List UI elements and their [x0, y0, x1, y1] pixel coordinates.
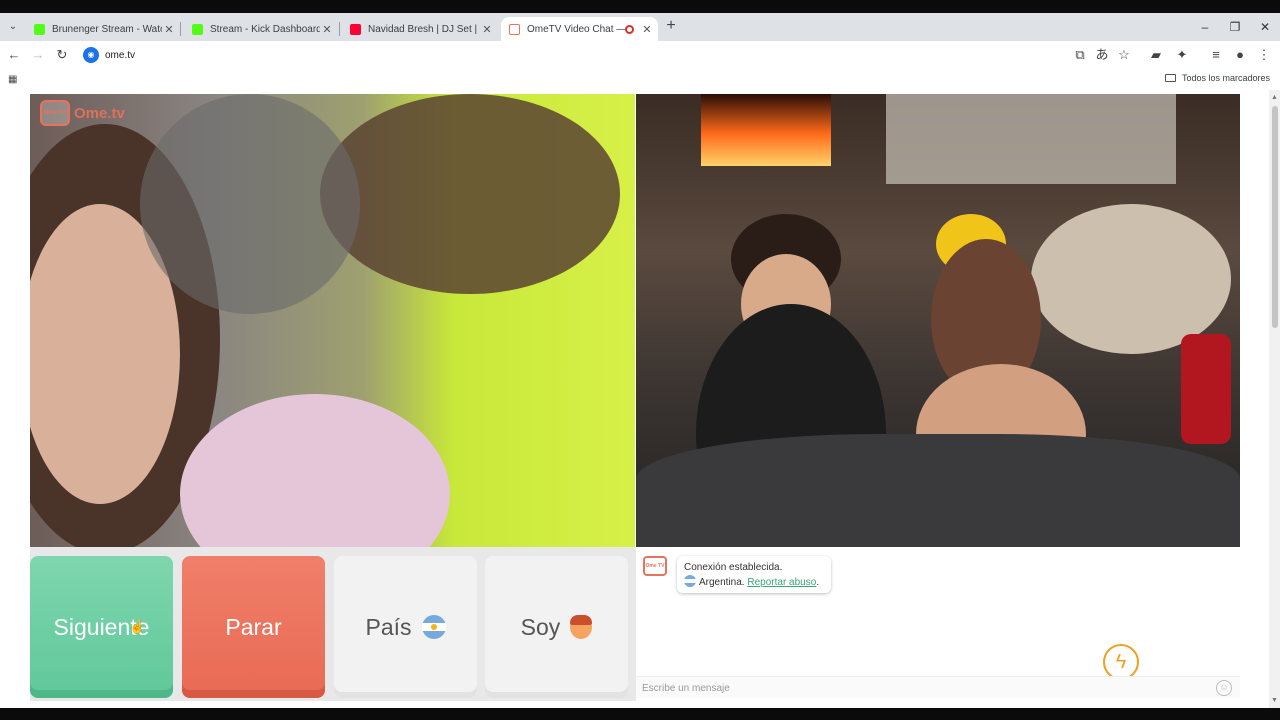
- tab-kick-dashboard[interactable]: Stream - Kick Dashboard ✕: [184, 17, 338, 41]
- tab-brunenger-stream[interactable]: Brunenger Stream - Watch Live ✕: [26, 17, 180, 41]
- connection-status: Conexión establecida.: [684, 562, 783, 573]
- gender-button[interactable]: Soy: [485, 556, 628, 698]
- country-name: Argentina.: [699, 577, 745, 588]
- tab-ometv[interactable]: OmeTV Video Chat — Ome ✕: [501, 17, 658, 41]
- folder-icon: [1164, 74, 1176, 82]
- argentina-flag-icon: [684, 575, 696, 587]
- reload-icon[interactable]: ↻: [52, 45, 72, 65]
- tab-separator: [339, 22, 340, 36]
- browser-tab-strip: ⌄ Brunenger Stream - Watch Live ✕ Stream…: [0, 13, 1280, 41]
- video-shape: [636, 434, 1240, 547]
- tab-title: Stream - Kick Dashboard: [210, 23, 320, 35]
- address-bar[interactable]: ◉ ome.tv: [80, 44, 1090, 66]
- tab-search-button[interactable]: ⌄: [4, 18, 22, 36]
- ometv-icon: [509, 23, 520, 35]
- system-message: Conexión establecida. Argentina. Reporta…: [677, 556, 831, 593]
- new-tab-button[interactable]: +: [662, 17, 680, 35]
- bookmark-star-icon[interactable]: ☆: [1114, 45, 1134, 65]
- close-icon[interactable]: ✕: [640, 23, 654, 36]
- tab-title: OmeTV Video Chat — Ome: [527, 23, 625, 35]
- site-info-icon[interactable]: ◉: [83, 47, 99, 63]
- screen-bottom-bar: [0, 708, 1280, 720]
- url-text[interactable]: ome.tv: [105, 50, 135, 61]
- message-input[interactable]: [642, 680, 1202, 696]
- extensions-puzzle-icon[interactable]: ✦: [1172, 45, 1192, 65]
- screen-top-bar: [0, 0, 1280, 13]
- media-controls-icon[interactable]: ≡: [1206, 45, 1226, 65]
- gender-label: Soy: [520, 613, 561, 640]
- browser-toolbar: ← → ↻ ◉ ome.tv ⧉ あ ☆ ▰ ✦ ≡ ● ⋮: [0, 41, 1280, 69]
- boy-emoji-icon: [570, 615, 593, 639]
- report-abuse-link[interactable]: Reportar abuso: [747, 577, 816, 588]
- hand-cursor-icon: ☝: [129, 619, 146, 634]
- video-shape: [1031, 204, 1231, 354]
- video-shape: [320, 94, 620, 294]
- argentina-flag-icon: [421, 615, 446, 639]
- page-scrollbar[interactable]: ▲ ▼: [1269, 90, 1280, 708]
- logo-text: Ome.tv: [74, 104, 125, 122]
- kick-icon: [192, 23, 203, 35]
- country-button[interactable]: País: [334, 556, 477, 698]
- scroll-down-icon[interactable]: ▼: [1270, 696, 1279, 705]
- tab-separator: [180, 22, 181, 36]
- video-shape: [140, 94, 360, 314]
- ometv-chat-icon: Ome TV: [643, 556, 667, 576]
- scroll-up-icon[interactable]: ▲: [1270, 93, 1279, 102]
- lightning-icon[interactable]: ϟ: [1103, 644, 1139, 680]
- video-shape: [180, 394, 450, 547]
- restore-icon[interactable]: ❐: [1220, 17, 1250, 37]
- kick-icon: [34, 23, 45, 35]
- menu-kebab-icon[interactable]: ⋮: [1254, 45, 1274, 65]
- stop-label: Parar: [225, 613, 282, 640]
- remote-video: [30, 94, 635, 547]
- emoji-picker-icon[interactable]: ☺: [1216, 680, 1232, 696]
- profile-avatar[interactable]: ●: [1230, 45, 1250, 65]
- tab-title: Brunenger Stream - Watch Live: [52, 23, 162, 35]
- close-icon[interactable]: ✕: [162, 23, 176, 36]
- stop-button[interactable]: Parar: [182, 556, 325, 698]
- ometv-logo: Ome TV Ome.tv: [40, 100, 125, 126]
- message-bar: ☺: [636, 676, 1240, 698]
- local-video: [636, 94, 1240, 547]
- forward-icon[interactable]: →: [28, 45, 48, 65]
- close-icon[interactable]: ✕: [320, 23, 334, 36]
- tv-logo-icon: Ome TV: [40, 100, 70, 126]
- apps-grid-icon[interactable]: ▦: [8, 74, 19, 85]
- country-line: Argentina. Reportar abuso.: [684, 575, 824, 590]
- video-shape: [1181, 334, 1231, 444]
- video-shape: [701, 94, 831, 166]
- next-button[interactable]: Siguiente: [30, 556, 173, 698]
- tab-navidad-bresh[interactable]: Navidad Bresh | DJ Set | Fiesta ✕: [342, 17, 498, 41]
- extension-icon[interactable]: ▰: [1146, 45, 1166, 65]
- minimize-icon[interactable]: –: [1190, 17, 1220, 37]
- youtube-icon: [350, 23, 361, 35]
- back-icon[interactable]: ←: [4, 45, 24, 65]
- all-bookmarks-button[interactable]: Todos los marcadores: [1164, 73, 1270, 83]
- window-close-icon[interactable]: ✕: [1250, 17, 1280, 37]
- close-icon[interactable]: ✕: [480, 23, 494, 36]
- report-suffix: .: [816, 577, 820, 588]
- video-shape: [886, 94, 1176, 184]
- country-label: País: [365, 613, 412, 640]
- install-app-icon[interactable]: ⧉: [1070, 45, 1090, 65]
- tab-title: Navidad Bresh | DJ Set | Fiesta: [368, 23, 480, 35]
- all-bookmarks-label: Todos los marcadores: [1181, 73, 1270, 83]
- scrollbar-thumb[interactable]: [1272, 106, 1278, 328]
- recording-icon: [625, 24, 634, 34]
- translate-icon[interactable]: あ: [1092, 45, 1112, 65]
- bookmarks-bar: ▦ Todos los marcadores: [0, 69, 1280, 90]
